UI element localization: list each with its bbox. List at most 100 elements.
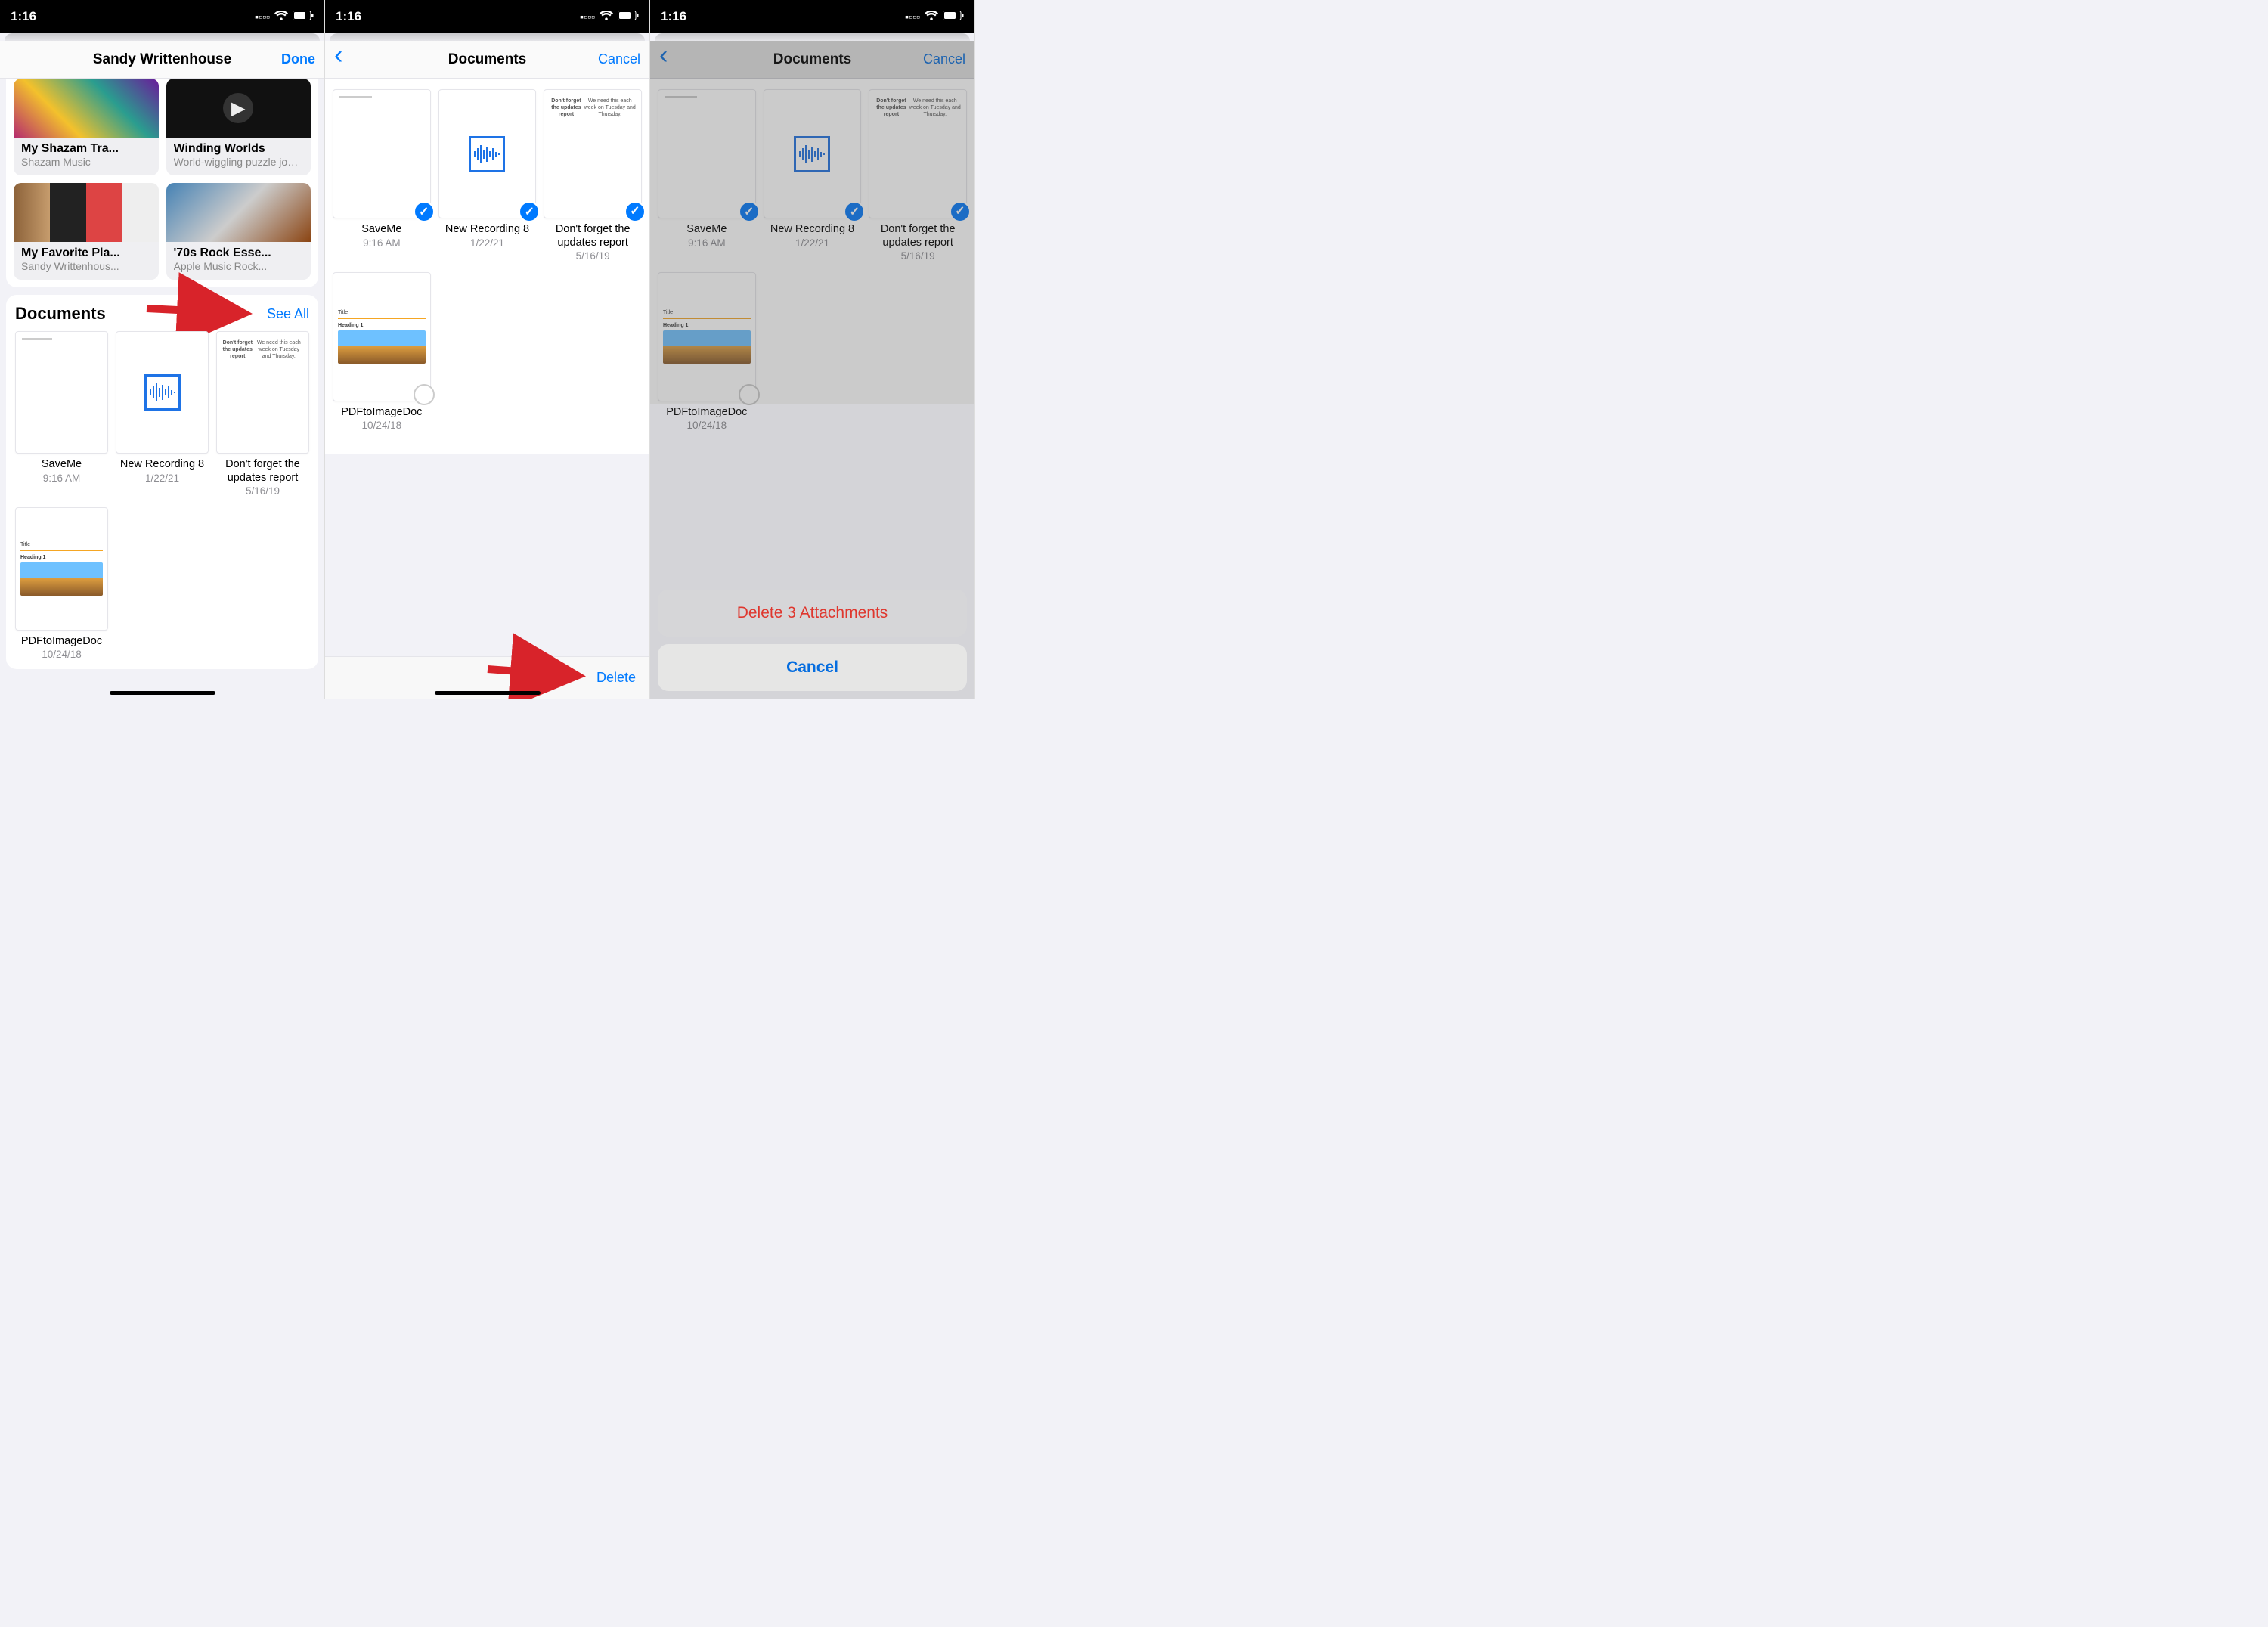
status-icons: ▪▫▫▫ bbox=[905, 11, 964, 23]
document-name: New Recording 8 bbox=[116, 458, 209, 471]
stacked-card-hint bbox=[5, 33, 320, 41]
document-date: 1/22/21 bbox=[438, 237, 537, 249]
phone-screen-2: 1:16 ▪▫▫▫ Documents Cancel ✓SaveMe9:16 A… bbox=[325, 0, 650, 699]
home-indicator[interactable] bbox=[110, 691, 215, 695]
media-tiles: My Shazam Tra... Shazam Music ▶ Winding … bbox=[6, 79, 318, 280]
tile-subtitle: Sandy Writtenhous... bbox=[21, 260, 151, 272]
media-tile[interactable]: ▶ Winding Worlds World-wiggling puzzle j… bbox=[166, 79, 311, 175]
wifi-icon bbox=[600, 11, 613, 23]
tile-subtitle: Shazam Music bbox=[21, 156, 151, 168]
waveform-icon bbox=[469, 136, 505, 172]
nav-bar: Sandy Writtenhouse Done bbox=[0, 41, 324, 79]
signal-icon: ▪▫▫▫ bbox=[580, 11, 595, 23]
document-item[interactable]: ✓ SaveMe9:16 AM bbox=[333, 89, 431, 262]
document-thumbnail[interactable] bbox=[15, 331, 108, 454]
document-name: New Recording 8 bbox=[438, 223, 537, 236]
tile-subtitle: World-wiggling puzzle journey bbox=[174, 156, 304, 168]
done-button[interactable]: Done bbox=[281, 51, 315, 67]
action-sheet: Delete 3 Attachments Cancel bbox=[658, 590, 967, 691]
document-date: 5/16/19 bbox=[216, 485, 309, 497]
wifi-icon bbox=[925, 11, 938, 23]
document-thumbnail[interactable]: Don't forget the updates reportWe need t… bbox=[544, 89, 642, 218]
media-tile[interactable]: '70s Rock Esse... Apple Music Rock... bbox=[166, 183, 311, 280]
wifi-icon bbox=[274, 11, 288, 23]
documents-header: Documents bbox=[15, 304, 106, 324]
nav-title: Sandy Writtenhouse bbox=[0, 51, 324, 68]
tile-title: '70s Rock Esse... bbox=[174, 246, 304, 260]
document-item[interactable]: TitleHeading 1 PDFtoImageDoc10/24/18 bbox=[333, 272, 431, 432]
document-date: 10/24/18 bbox=[15, 649, 108, 660]
documents-section: Documents See All SaveMe 9:16 AM New Recor… bbox=[6, 295, 318, 669]
status-time: 1:16 bbox=[336, 9, 361, 24]
document-item[interactable]: Don't forget the updates reportWe need t… bbox=[544, 89, 642, 262]
nav-bar: Documents Cancel bbox=[325, 41, 649, 79]
document-item[interactable]: SaveMe 9:16 AM bbox=[15, 331, 108, 497]
document-item[interactable]: ✓New Recording 81/22/21 bbox=[438, 89, 537, 262]
document-item[interactable]: TitleHeading 1 PDFtoImageDoc10/24/18 bbox=[15, 507, 108, 660]
phone-screen-3: 1:16 ▪▫▫▫ Documents Cancel ✓SaveMe9:16 A… bbox=[650, 0, 975, 699]
status-bar: 1:16 ▪▫▫▫ bbox=[0, 0, 324, 33]
document-date: 9:16 AM bbox=[333, 237, 431, 249]
video-art: ▶ bbox=[166, 79, 311, 138]
battery-icon bbox=[293, 11, 314, 23]
document-item[interactable]: New Recording 8 1/22/21 bbox=[116, 331, 209, 497]
document-thumbnail[interactable]: TitleHeading 1 bbox=[333, 272, 431, 401]
document-name: Don't forget the updates report bbox=[544, 223, 642, 249]
document-thumbnail[interactable] bbox=[116, 331, 209, 454]
selection-check-icon[interactable]: ✓ bbox=[624, 201, 646, 222]
stacked-card-hint bbox=[330, 33, 645, 41]
media-tile[interactable]: My Favorite Pla... Sandy Writtenhous... bbox=[14, 183, 159, 280]
see-all-button[interactable]: See All bbox=[267, 306, 309, 322]
document-name: PDFtoImageDoc bbox=[15, 635, 108, 648]
album-art bbox=[14, 79, 159, 138]
album-art bbox=[166, 183, 311, 242]
tile-title: My Shazam Tra... bbox=[21, 142, 151, 156]
delete-attachments-button[interactable]: Delete 3 Attachments bbox=[658, 590, 967, 637]
document-date: 1/22/21 bbox=[116, 473, 209, 484]
album-art bbox=[14, 183, 159, 242]
status-time: 1:16 bbox=[661, 9, 686, 24]
document-date: 9:16 AM bbox=[15, 473, 108, 484]
documents-grid: ✓SaveMe9:16 AM✓New Recording 81/22/21Don… bbox=[333, 89, 642, 431]
signal-icon: ▪▫▫▫ bbox=[905, 11, 920, 23]
status-icons: ▪▫▫▫ bbox=[580, 11, 639, 23]
document-thumbnail[interactable]: ✓ bbox=[333, 89, 431, 218]
cancel-button[interactable]: Cancel bbox=[598, 51, 640, 67]
delete-button[interactable]: Delete bbox=[596, 670, 636, 686]
status-icons: ▪▫▫▫ bbox=[255, 11, 314, 23]
status-bar: 1:16 ▪▫▫▫ bbox=[650, 0, 974, 33]
document-thumbnail[interactable]: ✓ bbox=[438, 89, 537, 218]
selection-check-icon[interactable]: ✓ bbox=[414, 201, 435, 222]
tile-title: Winding Worlds bbox=[174, 142, 304, 156]
status-bar: 1:16 ▪▫▫▫ bbox=[325, 0, 649, 33]
phone-screen-1: 1:16 ▪▫▫▫ Sandy Writtenhouse Done My Sha… bbox=[0, 0, 325, 699]
play-icon: ▶ bbox=[223, 93, 253, 123]
waveform-icon bbox=[144, 374, 181, 411]
document-thumbnail[interactable]: TitleHeading 1 bbox=[15, 507, 108, 630]
document-date: 5/16/19 bbox=[544, 250, 642, 262]
content-area: ✓SaveMe9:16 AM✓New Recording 81/22/21Don… bbox=[325, 79, 649, 699]
document-name: SaveMe bbox=[333, 223, 431, 236]
media-tile[interactable]: My Shazam Tra... Shazam Music bbox=[14, 79, 159, 175]
stacked-card-hint bbox=[655, 33, 970, 41]
tile-subtitle: Apple Music Rock... bbox=[174, 260, 304, 272]
document-name: PDFtoImageDoc bbox=[333, 406, 431, 419]
document-name: SaveMe bbox=[15, 458, 108, 471]
selection-check-empty[interactable] bbox=[414, 384, 435, 405]
home-indicator[interactable] bbox=[435, 691, 541, 695]
action-sheet-cancel-button[interactable]: Cancel bbox=[658, 644, 967, 691]
annotation-arrow bbox=[488, 660, 586, 691]
media-card: My Shazam Tra... Shazam Music ▶ Winding … bbox=[6, 79, 318, 287]
battery-icon bbox=[943, 11, 964, 23]
content-area: My Shazam Tra... Shazam Music ▶ Winding … bbox=[0, 79, 324, 699]
tile-title: My Favorite Pla... bbox=[21, 246, 151, 260]
status-time: 1:16 bbox=[11, 9, 36, 24]
document-thumbnail[interactable]: Don't forget the updates reportWe need t… bbox=[216, 331, 309, 454]
document-date: 10/24/18 bbox=[333, 420, 431, 431]
document-item[interactable]: Don't forget the updates reportWe need t… bbox=[216, 331, 309, 497]
document-name: Don't forget the updates report bbox=[216, 458, 309, 485]
selection-check-icon[interactable]: ✓ bbox=[519, 201, 540, 222]
back-button[interactable] bbox=[334, 51, 342, 67]
documents-grid: SaveMe 9:16 AM New Recording 8 1/22/21 Don't… bbox=[15, 331, 309, 660]
signal-icon: ▪▫▫▫ bbox=[255, 11, 270, 23]
